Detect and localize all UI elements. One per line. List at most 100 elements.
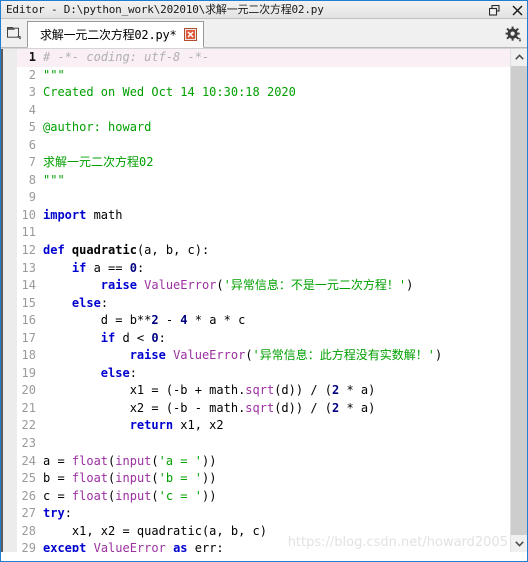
code-line[interactable]: 16 d = b**2 - 4 * a * c [17, 312, 510, 330]
chevron-down-icon[interactable] [511, 535, 527, 552]
tab-label: 求解一元二次方程02.py* [40, 28, 177, 42]
line-number: 4 [17, 101, 41, 120]
code-text[interactable]: a = float(input('a = ')) [41, 453, 510, 471]
line-number: 8 [17, 171, 41, 190]
code-text[interactable]: import math [41, 207, 510, 225]
vertical-scrollbar[interactable] [510, 49, 527, 552]
line-number: 15 [17, 294, 41, 313]
code-text[interactable] [41, 137, 510, 155]
gear-icon[interactable] [504, 25, 522, 43]
code-text[interactable]: else: [41, 295, 510, 313]
code-line[interactable]: 11 [17, 224, 510, 243]
editor-tab[interactable]: 求解一元二次方程02.py* [27, 21, 204, 48]
code-text[interactable]: x1, x2 = quadratic(a, b, c) [41, 523, 510, 541]
line-number: 3 [17, 84, 41, 102]
chevron-up-icon[interactable] [511, 49, 527, 66]
code-lines: 1 # -*- coding: utf-8 -*- 2 """ 3 Created on … [17, 49, 510, 552]
open-folder-icon[interactable] [1, 19, 27, 46]
code-text[interactable]: raise ValueError('异常信息：此方程没有实数解！') [41, 347, 510, 365]
code-line[interactable]: 29 except ValueError as err: [17, 540, 510, 552]
code-text[interactable] [41, 224, 510, 242]
code-canvas[interactable]: 1 # -*- coding: utf-8 -*- 2 """ 3 Created on … [17, 49, 510, 552]
code-text[interactable]: except ValueError as err: [41, 540, 510, 552]
code-text[interactable]: else: [41, 365, 510, 383]
line-number: 20 [17, 382, 41, 400]
code-text[interactable] [41, 435, 510, 453]
code-line[interactable]: 22 return x1, x2 [17, 417, 510, 436]
code-line[interactable]: 5 @author: howard [17, 119, 510, 137]
line-number: 2 [17, 66, 41, 85]
code-line[interactable]: 15 else: [17, 294, 510, 313]
code-line[interactable]: 21 x2 = (-b - math.sqrt(d)) / (2 * a) [17, 399, 510, 418]
line-number: 7 [17, 154, 41, 172]
close-tab-icon[interactable] [183, 28, 197, 41]
code-text[interactable]: if d < 0: [41, 330, 510, 348]
code-line[interactable]: 27 try: [17, 505, 510, 523]
code-line[interactable]: 14 raise ValueError('异常信息：不是一元二次方程！') [17, 277, 510, 295]
line-number: 17 [17, 329, 41, 348]
code-text[interactable]: x1 = (-b + math.sqrt(d)) / (2 * a) [41, 382, 510, 400]
line-number: 1 [17, 49, 41, 67]
editor-bottom-pad [1, 552, 527, 561]
code-line[interactable]: 3 Created on Wed Oct 14 10:30:18 2020 [17, 84, 510, 102]
line-number: 21 [17, 399, 41, 418]
code-text[interactable]: c = float(input('c = ')) [41, 488, 510, 506]
line-number: 13 [17, 259, 41, 278]
code-text[interactable]: try: [41, 505, 510, 523]
code-line[interactable]: 6 [17, 136, 510, 155]
line-number: 24 [17, 452, 41, 471]
line-number: 11 [17, 224, 41, 243]
code-line[interactable]: 18 raise ValueError('异常信息：此方程没有实数解！') [17, 347, 510, 365]
code-line[interactable]: 10 import math [17, 206, 510, 225]
line-number: 29 [17, 540, 41, 552]
code-text[interactable]: """ [41, 172, 510, 190]
code-line[interactable]: 9 [17, 189, 510, 207]
code-text[interactable]: raise ValueError('异常信息：不是一元二次方程！') [41, 277, 510, 295]
close-window-icon[interactable] [511, 3, 524, 17]
line-number: 26 [17, 487, 41, 506]
code-text[interactable]: 求解一元二次方程02 [41, 154, 510, 172]
editor-area: 1 # -*- coding: utf-8 -*- 2 """ 3 Created on … [1, 48, 527, 552]
line-number: 25 [17, 470, 41, 488]
line-number: 9 [17, 189, 41, 207]
code-line[interactable]: 13 if a == 0: [17, 259, 510, 278]
code-line[interactable]: 23 [17, 435, 510, 453]
window-controls [488, 1, 524, 19]
line-number: 16 [17, 312, 41, 330]
code-text[interactable]: x2 = (-b - math.sqrt(d)) / (2 * a) [41, 400, 510, 418]
line-number: 10 [17, 206, 41, 225]
code-line[interactable]: 4 [17, 101, 510, 120]
code-line[interactable]: 12 def quadratic(a, b, c): [17, 242, 510, 260]
line-number: 5 [17, 119, 41, 137]
breakpoint-gutter[interactable] [3, 49, 17, 552]
code-line[interactable]: 7 求解一元二次方程02 [17, 154, 510, 172]
code-text[interactable]: def quadratic(a, b, c): [41, 242, 510, 260]
code-text[interactable] [41, 189, 510, 207]
code-text[interactable] [41, 102, 510, 120]
code-line[interactable]: 8 """ [17, 171, 510, 190]
code-line[interactable]: 2 """ [17, 66, 510, 85]
scrollbar-thumb[interactable] [511, 66, 527, 535]
code-text[interactable]: d = b**2 - 4 * a * c [41, 312, 510, 330]
code-text[interactable]: return x1, x2 [41, 417, 510, 435]
code-line[interactable]: 28 x1, x2 = quadratic(a, b, c) [17, 522, 510, 541]
code-line[interactable]: 1 # -*- coding: utf-8 -*- [17, 49, 510, 67]
scrollbar-track[interactable] [511, 66, 527, 535]
code-line[interactable]: 25 b = float(input('b = ')) [17, 470, 510, 488]
code-text[interactable]: b = float(input('b = ')) [41, 470, 510, 488]
code-text[interactable]: Created on Wed Oct 14 10:30:18 2020 [41, 84, 510, 102]
code-line[interactable]: 19 else: [17, 364, 510, 383]
line-number: 12 [17, 242, 41, 260]
restore-window-icon[interactable] [488, 3, 501, 17]
code-line[interactable]: 24 a = float(input('a = ')) [17, 452, 510, 471]
line-number: 27 [17, 505, 41, 523]
code-text[interactable]: # -*- coding: utf-8 -*- [41, 49, 510, 67]
code-line[interactable]: 20 x1 = (-b + math.sqrt(d)) / (2 * a) [17, 382, 510, 400]
code-line[interactable]: 26 c = float(input('c = ')) [17, 487, 510, 506]
editor-window: Editor - D:\python_work\202010\求解一元二次方程0… [0, 0, 528, 562]
code-text[interactable]: """ [41, 67, 510, 85]
code-text[interactable]: @author: howard [41, 119, 510, 137]
window-titlebar: Editor - D:\python_work\202010\求解一元二次方程0… [1, 1, 527, 19]
code-text[interactable]: if a == 0: [41, 260, 510, 278]
code-line[interactable]: 17 if d < 0: [17, 329, 510, 348]
